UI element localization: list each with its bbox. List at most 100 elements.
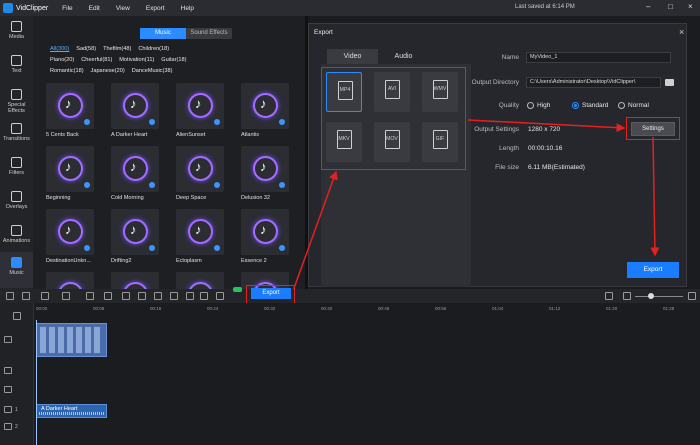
media-icon: [11, 21, 22, 32]
undo-icon[interactable]: [6, 292, 14, 300]
download-icon[interactable]: [214, 119, 220, 125]
music-track-tile[interactable]: ♪ Delusion 32: [241, 146, 289, 201]
menu-export[interactable]: Export: [146, 5, 165, 12]
quality-high-radio[interactable]: [527, 102, 534, 109]
format-wmv[interactable]: WMV: [422, 72, 458, 112]
freeze-icon[interactable]: [154, 292, 162, 300]
download-icon[interactable]: [149, 182, 155, 188]
format-mp4[interactable]: MP4: [326, 72, 362, 112]
record-icon[interactable]: [186, 292, 194, 300]
folder-icon[interactable]: [665, 79, 674, 86]
music-track-tile[interactable]: ♪: [111, 272, 159, 289]
quality-normal-radio[interactable]: [618, 102, 625, 109]
crop-icon[interactable]: [104, 292, 112, 300]
download-icon[interactable]: [149, 245, 155, 251]
music-track-tile[interactable]: ♪ A Darker Heart: [111, 83, 159, 138]
sidebar-item-media[interactable]: Media: [0, 16, 33, 52]
close-window-icon[interactable]: ×: [688, 2, 693, 11]
speed-icon[interactable]: [170, 292, 178, 300]
category-japanese[interactable]: Japanese(20): [91, 68, 125, 74]
music-track-tile[interactable]: ♪: [46, 272, 94, 289]
zoom-out-icon[interactable]: [623, 292, 631, 300]
minimize-icon[interactable]: –: [646, 2, 650, 11]
download-icon[interactable]: [84, 119, 90, 125]
tab-music[interactable]: Music: [140, 28, 186, 39]
format-avi[interactable]: AVI: [374, 72, 410, 112]
sidebar-item-label: Music: [9, 270, 24, 276]
voiceover-icon[interactable]: [200, 292, 208, 300]
name-field[interactable]: MyVideo_1: [526, 52, 671, 63]
category-dancemusic[interactable]: DanceMusic(38): [132, 68, 173, 74]
settings-button[interactable]: Settings: [631, 122, 675, 136]
download-icon[interactable]: [214, 245, 220, 251]
sidebar-item-music[interactable]: Music: [0, 252, 33, 288]
download-icon[interactable]: [84, 182, 90, 188]
zoom-slider[interactable]: [635, 296, 683, 297]
track-settings-icon[interactable]: [13, 312, 21, 320]
download-icon[interactable]: [84, 245, 90, 251]
category-cheerful[interactable]: Cheerful(81): [81, 57, 112, 63]
music-track-tile[interactable]: ♪ Beginning: [46, 146, 94, 201]
music-track-tile[interactable]: ♪ AlienSunset: [176, 83, 224, 138]
menu-help[interactable]: Help: [181, 5, 194, 12]
category-piano[interactable]: Piano(20): [50, 57, 74, 63]
download-icon[interactable]: [279, 245, 285, 251]
zoom-slider-handle[interactable]: [648, 293, 654, 299]
music-track-tile[interactable]: ♪ 5 Cents Back: [46, 83, 94, 138]
music-track-tile[interactable]: ♪ Drifting2: [111, 209, 159, 264]
length-value: 00:00:10.16: [528, 145, 563, 152]
music-track-tile[interactable]: ♪ Atlantis: [241, 83, 289, 138]
split-icon[interactable]: [86, 292, 94, 300]
format-mkv[interactable]: MKV: [326, 122, 362, 162]
sidebar-item-filters[interactable]: Filters: [0, 152, 33, 188]
menu-view[interactable]: View: [116, 5, 130, 12]
music-track-tile[interactable]: ♪ Ectoplasm: [176, 209, 224, 264]
fit-icon[interactable]: [605, 292, 613, 300]
music-track-tile[interactable]: ♪ DestinationUnkn...: [46, 209, 94, 264]
sidebar-item-text[interactable]: Text: [0, 50, 33, 86]
sidebar-item-transitions[interactable]: Transitions: [0, 118, 33, 154]
music-track-tile[interactable]: ♪ Deep Space: [176, 146, 224, 201]
music-track-tile[interactable]: ♪: [176, 272, 224, 289]
dialog-export-button[interactable]: Export: [627, 262, 679, 278]
tab-sound-effects[interactable]: Sound Effects: [186, 28, 232, 39]
sidebar-item-special-effects[interactable]: Special Effects: [0, 84, 33, 120]
download-icon[interactable]: [214, 182, 220, 188]
format-gif[interactable]: GIF: [422, 122, 458, 162]
category-motivation[interactable]: Motivation(11): [119, 57, 154, 63]
edit-icon[interactable]: [62, 292, 70, 300]
download-icon[interactable]: [279, 119, 285, 125]
tab-video[interactable]: Video: [327, 49, 378, 64]
category-romantic[interactable]: Romantic(18): [50, 68, 84, 74]
download-icon[interactable]: [279, 182, 285, 188]
toolbar-export-button[interactable]: Export: [251, 288, 291, 299]
category-guitar[interactable]: Guitar(18): [161, 57, 186, 63]
category-all[interactable]: All(300): [50, 46, 69, 52]
video-clip[interactable]: [36, 323, 107, 357]
audio-icon[interactable]: [216, 292, 224, 300]
format-mov[interactable]: MOV: [374, 122, 410, 162]
category-thefilm[interactable]: Thefilm(48): [103, 46, 131, 52]
output-directory-field[interactable]: C:\Users\Administrator\Desktop\VidClippe…: [526, 77, 661, 88]
mosaic-icon[interactable]: [138, 292, 146, 300]
audio-clip[interactable]: A Darker Heart: [36, 404, 107, 418]
close-icon[interactable]: ×: [679, 27, 684, 37]
menu-edit[interactable]: Edit: [89, 5, 100, 12]
zoom-in-icon[interactable]: [688, 292, 696, 300]
sidebar-item-animations[interactable]: Animations: [0, 220, 33, 256]
menu-file[interactable]: File: [62, 5, 72, 12]
tab-audio[interactable]: Audio: [378, 49, 429, 64]
maximize-icon[interactable]: □: [668, 2, 673, 11]
delete-icon[interactable]: [41, 292, 49, 300]
playhead[interactable]: [36, 320, 37, 445]
music-track-tile[interactable]: ♪ Cold Morning: [111, 146, 159, 201]
quality-standard-radio[interactable]: [572, 102, 579, 109]
timeline-ruler[interactable]: [34, 303, 700, 320]
redo-icon[interactable]: [22, 292, 30, 300]
music-track-tile[interactable]: ♪ Essence 2: [241, 209, 289, 264]
category-sad[interactable]: Sad(58): [76, 46, 96, 52]
sidebar-item-overlays[interactable]: Overlays: [0, 186, 33, 222]
download-icon[interactable]: [149, 119, 155, 125]
rotate-icon[interactable]: [122, 292, 130, 300]
category-children[interactable]: Children(18): [138, 46, 169, 52]
